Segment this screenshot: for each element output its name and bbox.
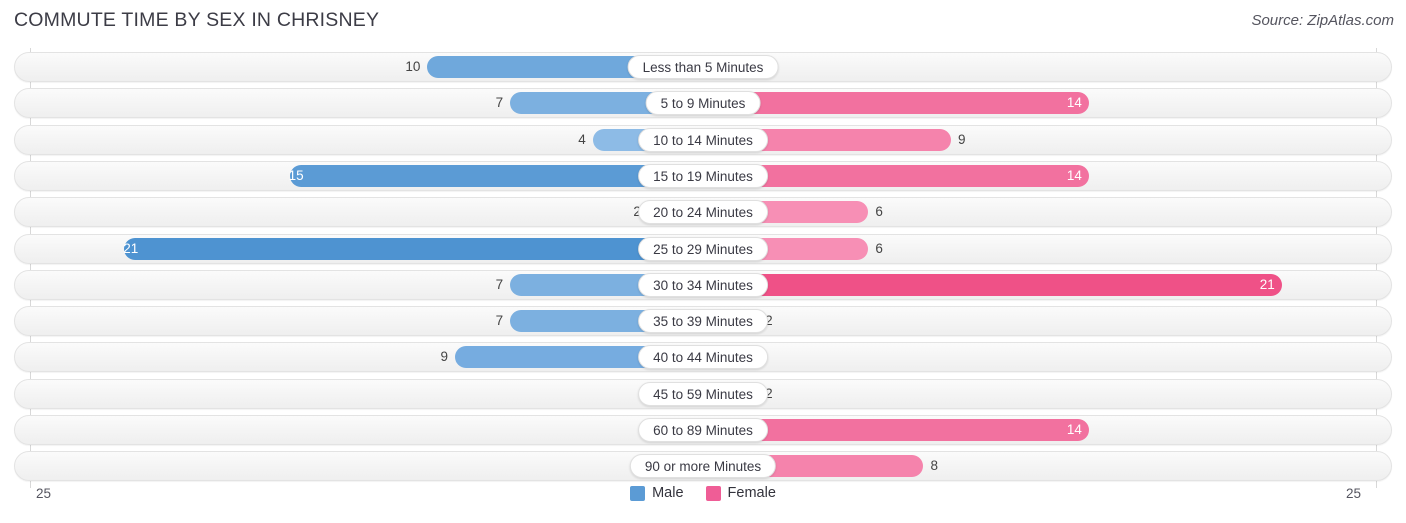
value-label-male: 15 [288,167,304,183]
chart-row: 4 9 10 to 14 Minutes [14,124,1392,155]
value-label-male: 10 [405,59,421,74]
category-label: 20 to 24 Minutes [638,200,768,225]
chart-row: 2890 or more Minutes [14,451,1392,482]
chart-page: COMMUTE TIME BY SEX IN CHRISNEY Source: … [0,0,1406,523]
legend-item[interactable]: Female [705,485,776,501]
bar-female[interactable] [703,92,1089,115]
chart-row: 7 14 5 to 9 Minutes [14,88,1392,119]
category-label: 15 to 19 Minutes [638,163,768,188]
chart-header: COMMUTE TIME BY SEX IN CHRISNEY Source: … [0,0,1406,44]
category-label: 45 to 59 Minutes [638,381,768,406]
value-label-female: 14 [1066,422,1082,437]
chart-row: 11460 to 89 Minutes [14,415,1392,445]
chart-footer: 25 25 Male Female [0,481,1406,523]
legend-item[interactable]: Male [630,485,684,501]
category-label: 30 to 34 Minutes [638,272,768,297]
bar-male[interactable] [124,237,703,260]
value-label-female: 6 [875,204,883,220]
chart-row: 9140 to 44 Minutes [14,342,1392,373]
chart-row: 21 6 25 to 29 Minutes [14,233,1392,264]
value-label-female: 9 [958,131,966,147]
category-label: 25 to 29 Minutes [638,236,768,261]
legend-swatch-icon [705,485,721,501]
category-label: 10 to 14 Minutes [638,127,768,152]
category-label: 35 to 39 Minutes [638,309,768,334]
bar-female[interactable] [703,273,1282,296]
chart-row: 101Less than 5 Minutes [14,52,1392,82]
legend-label: Female [727,485,776,501]
legend-swatch-icon [630,485,646,501]
value-label-male: 4 [578,131,586,147]
value-label-female: 21 [1259,276,1275,292]
chart-row: 2620 to 24 Minutes [14,197,1392,228]
value-label-female: 14 [1066,167,1082,183]
category-label: Less than 5 Minutes [627,55,779,79]
value-label-male: 9 [440,349,448,365]
value-label-male: 21 [123,240,139,256]
category-label: 60 to 89 Minutes [638,418,768,442]
chart-plot-area: 101Less than 5 Minutes 7 14 5 to 9 Minutes 4… [0,44,1406,488]
value-label-male: 7 [495,313,504,329]
chart-row: 15 14 15 to 19 Minutes [14,160,1392,191]
legend-label: Male [652,485,684,501]
category-label: 90 or more Minutes [629,454,777,479]
category-label: 5 to 9 Minutes [645,91,761,116]
value-label-female: 14 [1066,95,1082,111]
category-label: 40 to 44 Minutes [638,345,768,370]
value-label-male: 7 [495,276,504,292]
value-label-male: 7 [495,95,504,111]
chart-row: 7 2 35 to 39 Minutes [14,306,1392,337]
page-title: COMMUTE TIME BY SEX IN CHRISNEY [14,9,380,31]
chart-row: 7 21 30 to 34 Minutes [14,269,1392,300]
source-attribution: Source: ZipAtlas.com [1251,12,1394,29]
value-label-female: 8 [930,458,938,474]
chart-legend: Male Female [0,485,1406,501]
chart-row: 0245 to 59 Minutes [14,378,1392,409]
value-label-female: 6 [875,240,883,256]
